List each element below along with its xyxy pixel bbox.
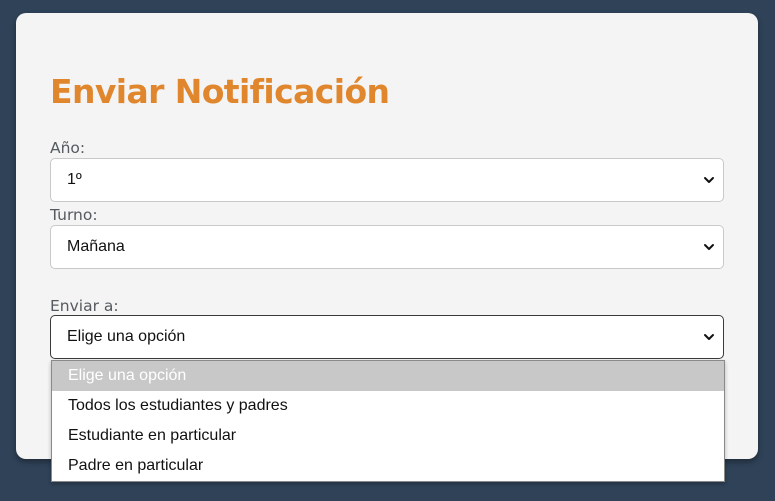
- send-to-select-value: Elige una opción: [67, 328, 186, 345]
- send-to-dropdown-list: Elige una opción Todos los estudiantes y…: [51, 360, 725, 482]
- year-select[interactable]: 1º: [50, 158, 724, 202]
- year-select-value: 1º: [67, 171, 82, 188]
- chevron-down-icon: [704, 177, 714, 183]
- option-padre-en-particular[interactable]: Padre en particular: [52, 451, 724, 481]
- chevron-down-icon: [704, 244, 714, 250]
- shift-select[interactable]: Mañana: [50, 225, 724, 269]
- year-label: Año:: [50, 139, 86, 157]
- page-title: Enviar Notificación: [50, 72, 390, 111]
- send-to-label: Enviar a:: [50, 297, 119, 315]
- option-estudiante-en-particular[interactable]: Estudiante en particular: [52, 421, 724, 451]
- shift-select-value: Mañana: [67, 238, 125, 255]
- send-to-select[interactable]: Elige una opción: [50, 315, 724, 359]
- chevron-down-icon: [704, 334, 714, 340]
- option-elige-una-opcion[interactable]: Elige una opción: [52, 361, 724, 391]
- option-todos-los-estudiantes-y-padres[interactable]: Todos los estudiantes y padres: [52, 391, 724, 421]
- shift-label: Turno:: [50, 206, 98, 224]
